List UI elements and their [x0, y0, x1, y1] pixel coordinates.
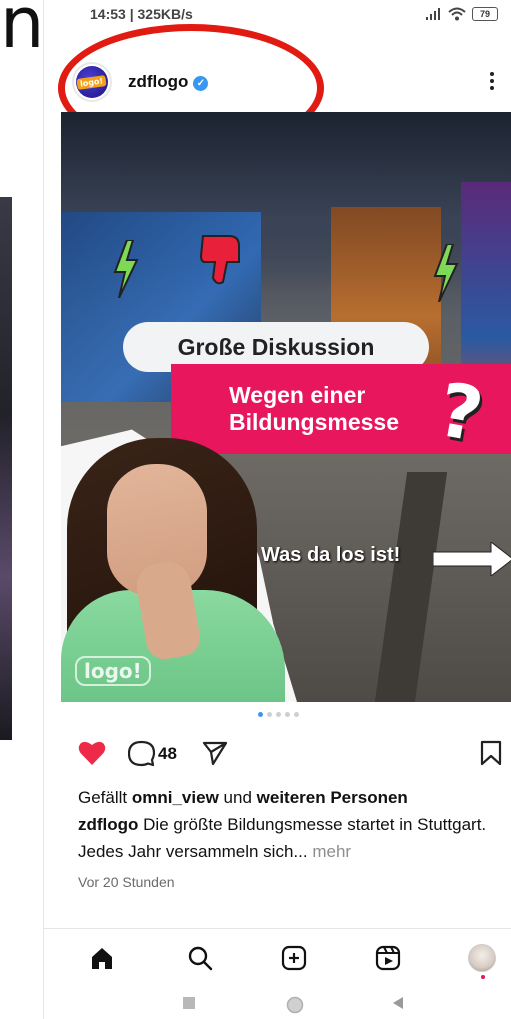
- carousel-dot: [284, 712, 290, 717]
- home-circle-icon[interactable]: [286, 996, 304, 1014]
- status-time: 14:53 | 325KB/s: [90, 6, 193, 22]
- create-icon: [281, 945, 307, 971]
- likes-connector: und: [223, 788, 252, 807]
- nav-separator: [44, 928, 511, 929]
- subline-line-2: Bildungsmesse: [229, 409, 399, 435]
- status-icons: 79: [426, 7, 498, 21]
- avatar-logo: logo!: [76, 74, 108, 90]
- system-nav-bar: [44, 990, 511, 1019]
- carousel-dot: [266, 712, 272, 717]
- reels-icon: [375, 945, 401, 971]
- nav-home-button[interactable]: [84, 940, 120, 976]
- bottom-nav: [44, 930, 511, 988]
- nav-create-button[interactable]: [276, 940, 312, 976]
- status-bar: 14:53 | 325KB/s 79: [44, 0, 511, 32]
- post-timestamp: Vor 20 Stunden: [78, 874, 175, 890]
- subline-line-1: Wegen einer: [229, 382, 366, 408]
- back-icon[interactable]: [392, 996, 404, 1010]
- search-icon: [188, 946, 213, 971]
- username-text: zdflogo: [128, 72, 189, 91]
- verified-badge-icon: ✓: [193, 76, 209, 91]
- post-header: logo! zdflogo ✓: [44, 58, 511, 106]
- home-icon: [92, 948, 112, 969]
- battery-icon: 79: [472, 7, 498, 21]
- phone-screen: 14:53 | 325KB/s 79 logo! zdflogo ✓ Große…: [43, 0, 511, 1019]
- carousel-indicator: [44, 712, 511, 717]
- comment-icon[interactable]: [128, 740, 155, 767]
- background-partial-text: n: [0, 0, 44, 64]
- share-icon[interactable]: [202, 740, 228, 766]
- carousel-dot: [293, 712, 299, 717]
- post-caption: Gefällt omni_view und weiteren Personen …: [78, 784, 508, 865]
- arrow-caption: Was da los ist!: [261, 544, 401, 566]
- comment-count: 48: [158, 744, 177, 763]
- likes-line: Gefällt omni_view und weiteren Personen: [78, 784, 508, 811]
- post-image[interactable]: Große Diskussion Wegen einer Bildungsmes…: [61, 112, 511, 702]
- lightning-icon: [433, 244, 459, 302]
- watermark-logo: logo!: [75, 656, 151, 686]
- username-link[interactable]: zdflogo ✓: [128, 72, 209, 92]
- more-options-button[interactable]: [482, 66, 502, 96]
- carousel-dot: [275, 712, 281, 717]
- profile-avatar: [468, 944, 496, 979]
- carousel-dot: [257, 712, 263, 717]
- arrow-right-icon: [433, 542, 511, 576]
- nav-search-button[interactable]: [182, 940, 218, 976]
- nav-profile-button[interactable]: [464, 940, 500, 979]
- heart-icon[interactable]: [78, 740, 106, 766]
- wifi-icon: [448, 7, 466, 21]
- likes-user-link[interactable]: omni_view: [132, 788, 219, 807]
- caption-body: Die größte Bildungsmesse startet in Stut…: [78, 815, 487, 861]
- action-bar: 48: [44, 734, 511, 774]
- avatar[interactable]: logo!: [72, 62, 112, 102]
- likes-prefix: Gefällt: [78, 788, 128, 807]
- caption-text: zdflogo Die größte Bildungsmesse startet…: [78, 811, 508, 865]
- recents-icon[interactable]: [182, 996, 196, 1010]
- bookmark-icon[interactable]: [480, 740, 502, 766]
- nav-reels-button[interactable]: [370, 940, 406, 976]
- likes-others-link[interactable]: weiteren Personen: [257, 788, 408, 807]
- caption-author-link[interactable]: zdflogo: [78, 815, 138, 834]
- thumbs-down-icon: [199, 235, 240, 285]
- caption-more-link[interactable]: mehr: [312, 842, 351, 861]
- background-partial-photo: [0, 197, 12, 740]
- avatar-image: logo!: [76, 66, 108, 98]
- signal-icon: [426, 8, 440, 20]
- lightning-icon: [113, 240, 139, 298]
